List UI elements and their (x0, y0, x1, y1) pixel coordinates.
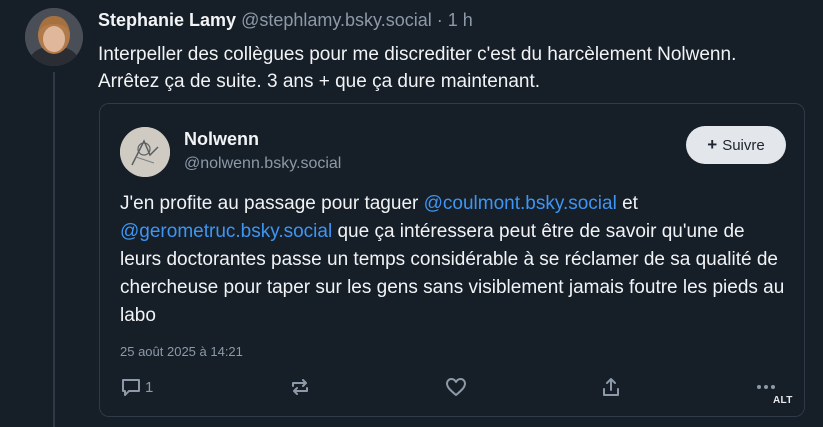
action-bar: 1 (100, 372, 804, 402)
quote-text-part2: et (616, 193, 638, 214)
thread-line (53, 72, 55, 427)
alt-badge[interactable]: ALT (773, 395, 793, 406)
share-button[interactable] (600, 372, 622, 402)
repost-icon (289, 376, 311, 398)
quote-card[interactable]: Nolwenn @nolwenn.bsky.social + Suivre J'… (99, 103, 805, 417)
reply-button[interactable]: 1 (120, 372, 153, 402)
separator: · (436, 10, 443, 30)
author-handle[interactable]: @stephlamy.bsky.social (241, 10, 432, 30)
quote-text-part1: J'en profite au passage pour taguer (120, 193, 424, 214)
quote-text: J'en profite au passage pour taguer @cou… (120, 190, 790, 330)
quote-avatar[interactable] (120, 127, 170, 177)
reply-icon (120, 376, 142, 398)
plus-icon: + (707, 135, 718, 154)
post-text: Interpeller des collègues pour me discre… (98, 44, 737, 92)
post-time[interactable]: 1 h (448, 10, 473, 30)
heart-icon (445, 376, 467, 398)
follow-button[interactable]: + Suivre (686, 126, 786, 164)
quote-author-name[interactable]: Nolwenn (184, 129, 259, 150)
share-icon (600, 376, 622, 398)
reply-count: 1 (145, 378, 154, 396)
like-button[interactable] (445, 372, 467, 402)
mention-gerometruc[interactable]: @gerometruc.bsky.social (120, 221, 332, 242)
quote-date: 25 août 2025 à 14:21 (120, 344, 243, 359)
author-name[interactable]: Stephanie Lamy (98, 10, 236, 30)
avatar[interactable] (25, 8, 83, 66)
follow-label: Suivre (722, 136, 765, 154)
post-header: Stephanie Lamy @stephlamy.bsky.social · … (98, 8, 473, 32)
mention-coulmont[interactable]: @coulmont.bsky.social (424, 193, 617, 214)
quote-author-handle[interactable]: @nolwenn.bsky.social (184, 155, 341, 173)
repost-button[interactable] (289, 372, 311, 402)
